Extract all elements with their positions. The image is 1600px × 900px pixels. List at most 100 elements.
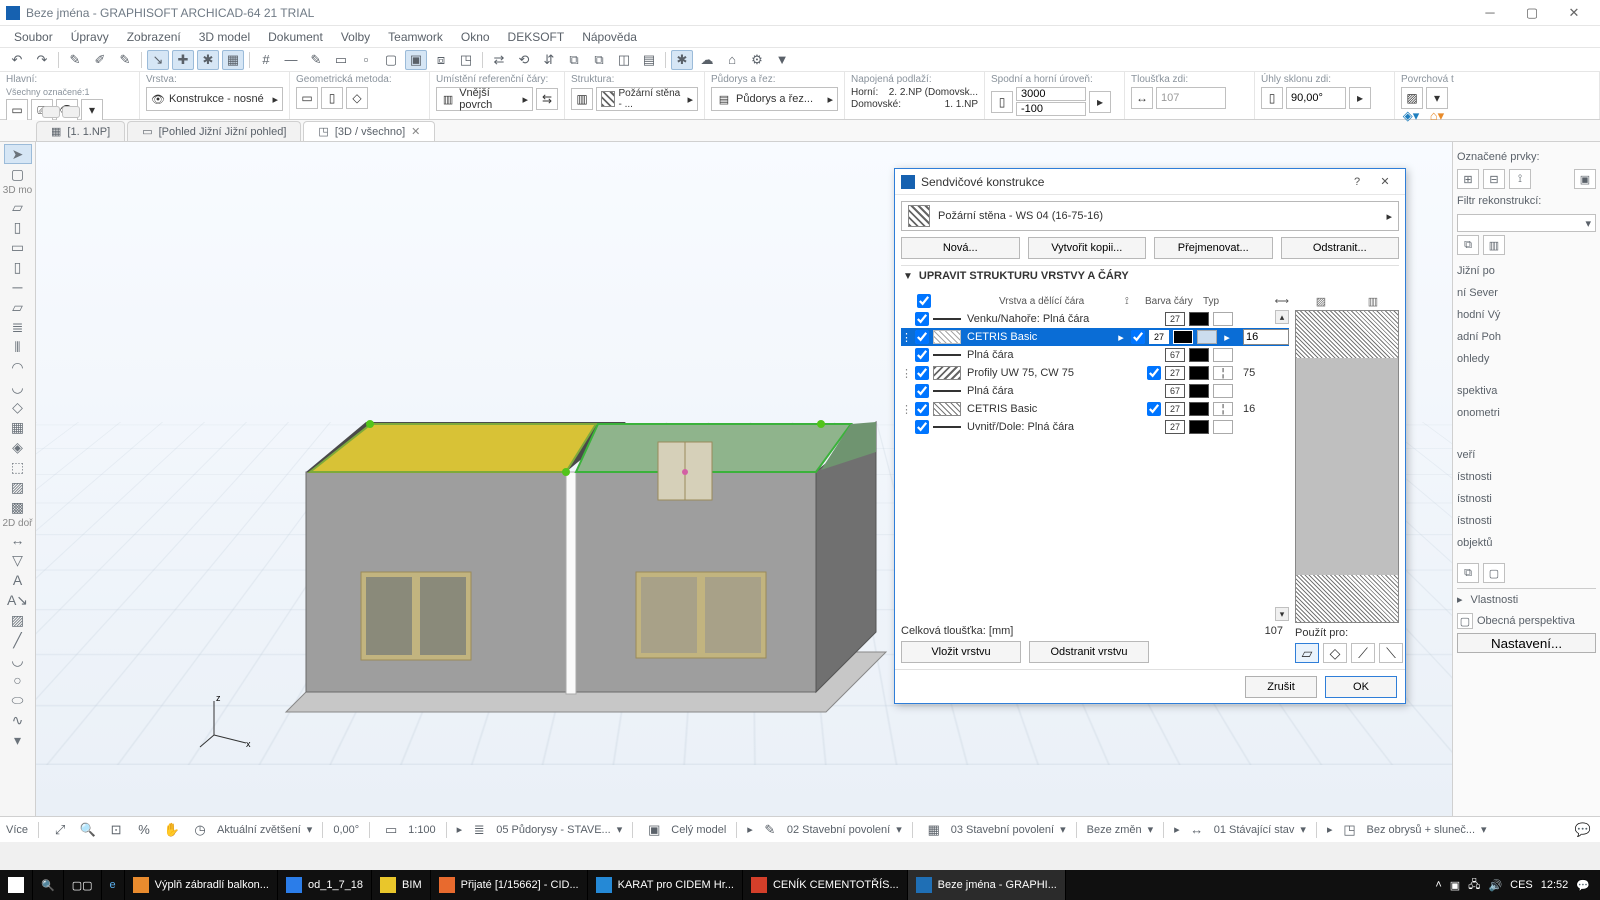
zone-tool-icon[interactable]: ▨ <box>4 477 32 497</box>
spline-tool-icon[interactable]: ∿ <box>4 710 32 730</box>
geom-rect-icon[interactable]: ▯ <box>321 87 343 109</box>
layer-row-outside-line[interactable]: Venku/Nahoře: Plná čára 27 <box>901 310 1289 328</box>
poly-tool-icon[interactable]: ⬭ <box>4 690 32 710</box>
sb-dim[interactable]: 01 Stávající stav <box>1214 824 1295 836</box>
orbit-icon[interactable]: ◈▾ <box>1400 106 1422 126</box>
level-top-input[interactable] <box>1016 87 1086 101</box>
ie-icon[interactable]: e <box>102 870 125 900</box>
taskview-icon[interactable]: ▢▢ <box>64 870 102 900</box>
row6-pencolor-icon[interactable] <box>1189 420 1209 434</box>
ok-button[interactable]: OK <box>1325 676 1397 698</box>
iso-icon[interactable]: ◳ <box>455 50 477 70</box>
use-roof-icon[interactable]: ⟋ <box>1351 643 1375 663</box>
rp-item-7[interactable]: veří <box>1457 444 1596 466</box>
maximize-icon[interactable]: ▢ <box>1512 3 1552 23</box>
roof-tool-icon[interactable]: ◠ <box>4 357 32 377</box>
more-button[interactable]: Více <box>6 824 28 836</box>
house-icon[interactable]: ⌂ <box>721 50 743 70</box>
rp-item-10[interactable]: ístnosti <box>1457 510 1596 532</box>
rp-item-6[interactable]: onometri <box>1457 402 1596 424</box>
sel-dd-icon[interactable]: ▾ <box>81 99 103 121</box>
angle-type-icon[interactable]: ▯ <box>1261 87 1283 109</box>
circle-tool-icon[interactable]: ○ <box>4 670 32 690</box>
menu-dokument[interactable]: Dokument <box>260 28 331 46</box>
row4-pen[interactable]: 67 <box>1165 384 1185 398</box>
row3-pencolor-icon[interactable] <box>1189 366 1209 380</box>
figure-tool-icon[interactable]: ▾ <box>4 730 32 750</box>
mvo-icon[interactable]: ▦ <box>923 820 945 840</box>
rect2-icon[interactable]: ▫ <box>355 50 377 70</box>
story-home-v[interactable]: 1. 1.NP <box>945 99 978 110</box>
rp-a-icon[interactable]: ⧉ <box>1457 235 1479 255</box>
copy-icon[interactable]: ⧉ <box>563 50 585 70</box>
menu-okno[interactable]: Okno <box>453 28 498 46</box>
line-tool-icon[interactable]: ╱ <box>4 630 32 650</box>
arc-tool-icon[interactable]: ◡ <box>4 650 32 670</box>
task-0[interactable]: Výplň zábradlí balkon... <box>125 870 278 900</box>
tray-time[interactable]: 12:52 <box>1541 879 1569 891</box>
row5-core-chk[interactable] <box>1147 402 1161 416</box>
row1-chk[interactable] <box>915 330 929 344</box>
msg-icon[interactable]: 💬 <box>1572 820 1594 840</box>
menu-upravy[interactable]: Úpravy <box>63 28 117 46</box>
zoom-prev-icon[interactable]: 🔍 <box>77 820 99 840</box>
use-slab-icon[interactable]: ◇ <box>1323 643 1347 663</box>
shell-tool-icon[interactable]: ◡ <box>4 377 32 397</box>
sb-3ds[interactable]: Bez obrysů + sluneč... <box>1366 824 1475 836</box>
dim-tool-icon[interactable]: ↔ <box>4 530 32 550</box>
tab-next-icon[interactable] <box>62 106 80 118</box>
rotate-icon[interactable]: ⟲ <box>513 50 535 70</box>
rect-icon[interactable]: ▭ <box>330 50 352 70</box>
door-tool-icon[interactable]: ▯ <box>4 217 32 237</box>
composite-select[interactable]: Požární stěna - WS 04 (16-75-16) ▸ <box>901 201 1399 231</box>
rp-item-4[interactable]: ohledy <box>1457 348 1596 370</box>
settings-button[interactable]: Nastavení... <box>1457 633 1596 653</box>
tray-vol-icon[interactable]: 🔊 <box>1488 879 1502 892</box>
rp-b-icon[interactable]: ▥ <box>1483 235 1505 255</box>
task-5[interactable]: CENÍK CEMENTOTŘÍS... <box>743 870 908 900</box>
row0-pen[interactable]: 27 <box>1165 312 1185 326</box>
hdr-chk[interactable] <box>917 294 931 308</box>
sb-mvo[interactable]: 03 Stavební povolení <box>951 824 1054 836</box>
3ds-icon[interactable]: ◳ <box>1338 820 1360 840</box>
row4-typ[interactable] <box>1213 384 1233 398</box>
row0-chk[interactable] <box>915 312 929 326</box>
new-button[interactable]: Nová... <box>901 237 1020 259</box>
tray-lang[interactable]: CES <box>1510 879 1533 891</box>
snap-icon[interactable]: ✚ <box>172 50 194 70</box>
minimize-icon[interactable]: ─ <box>1470 3 1510 23</box>
row2-chk[interactable] <box>915 348 929 362</box>
more-icon[interactable]: ▼ <box>771 50 793 70</box>
sb-renov[interactable]: Beze změn <box>1087 824 1142 836</box>
redo-icon[interactable]: ↷ <box>31 50 53 70</box>
level-bot-input[interactable] <box>1016 102 1086 116</box>
task-1[interactable]: od_1_7_18 <box>278 870 372 900</box>
level-icon[interactable]: ▯ <box>991 91 1013 113</box>
help-icon[interactable]: ? <box>1343 172 1371 192</box>
sb-model[interactable]: Celý model <box>671 824 726 836</box>
story-top-v[interactable]: 2. 2.NP (Domovsk... <box>889 87 978 98</box>
home-view-icon[interactable]: ⌂▾ <box>1426 106 1448 126</box>
render-icon[interactable]: ✱ <box>671 50 693 70</box>
row1-hatch-icon[interactable] <box>933 330 961 344</box>
row3-chk[interactable] <box>915 366 929 380</box>
filter-dd[interactable]: ▾ <box>1457 214 1596 232</box>
rp-pick-icon[interactable]: ⊞ <box>1457 169 1479 189</box>
task-3[interactable]: Přijaté [1/15662] - CID... <box>431 870 588 900</box>
row1-typ[interactable] <box>1197 330 1217 344</box>
task-4[interactable]: KARAT pro CIDEM Hr... <box>588 870 743 900</box>
geom-line-icon[interactable]: ▭ <box>296 87 318 109</box>
layer-row-cetris-top[interactable]: ⋮ CETRIS Basic ▸ 27 ▸ <box>901 328 1289 346</box>
structure-section[interactable]: ▼ UPRAVIT STRUKTURU VRSTVY A ČÁRY <box>901 265 1399 286</box>
row5-hatch-icon[interactable] <box>933 402 961 416</box>
row3-hatch-icon[interactable] <box>933 366 961 380</box>
tray-notif-icon[interactable]: 💬 <box>1576 879 1590 892</box>
row6-pen[interactable]: 27 <box>1165 420 1185 434</box>
struct-type-icon[interactable]: ▥ <box>571 88 593 110</box>
window-tool-icon[interactable]: ▭ <box>4 237 32 257</box>
layer-row-line-1[interactable]: Plná čára 67 <box>901 346 1289 364</box>
object-tool-icon[interactable]: ⬚ <box>4 457 32 477</box>
rename-button[interactable]: Přejmenovat... <box>1154 237 1273 259</box>
angle-input[interactable] <box>1286 87 1346 109</box>
text-tool-icon[interactable]: A <box>4 570 32 590</box>
